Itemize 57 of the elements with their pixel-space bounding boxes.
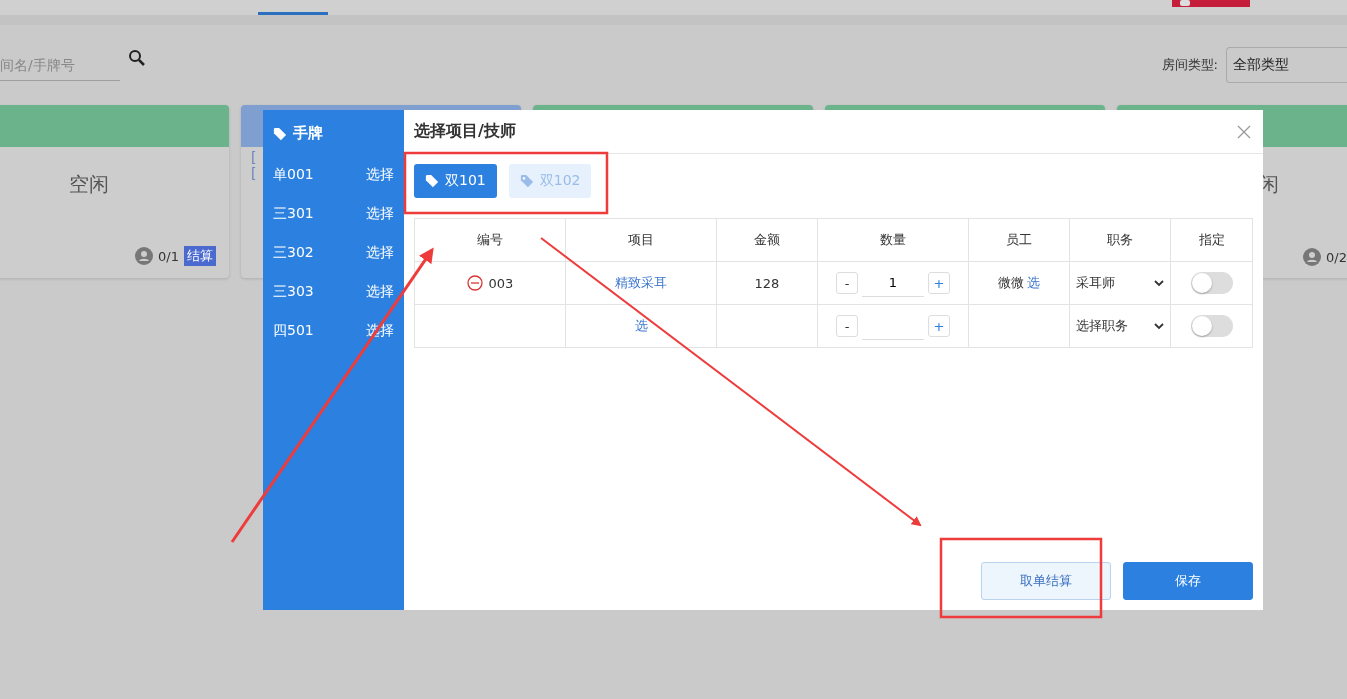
- room-note: [: [251, 165, 257, 181]
- sidebar-title: 手牌: [293, 124, 323, 143]
- room-type-label: 房间类型:: [1161, 56, 1218, 74]
- select-link[interactable]: 选择: [366, 282, 394, 301]
- decrement-button[interactable]: -: [836, 272, 858, 294]
- designated-switch[interactable]: [1190, 272, 1233, 294]
- dialog-title: 选择项目/技师: [414, 121, 516, 142]
- staff-select-link[interactable]: 选: [1027, 274, 1040, 292]
- item-link[interactable]: 选: [634, 317, 648, 335]
- search-icon[interactable]: [128, 49, 146, 67]
- tag-icon: [425, 174, 439, 188]
- role-select[interactable]: 选择职务: [1076, 317, 1164, 335]
- increment-button[interactable]: +: [928, 315, 950, 337]
- search-field[interactable]: 间名/手牌号: [0, 49, 120, 81]
- wristband-number: 单001: [273, 165, 314, 184]
- wristband-number: 三302: [273, 243, 314, 262]
- select-link[interactable]: 选择: [366, 165, 394, 184]
- wristband-number: 三301: [273, 204, 314, 223]
- checkout-button[interactable]: 取单结算: [981, 562, 1111, 600]
- table-cell: 003: [488, 275, 514, 291]
- column-header: 编号: [415, 219, 566, 262]
- item-link[interactable]: 精致采耳: [615, 274, 667, 292]
- occupancy-count: 0/1: [158, 248, 179, 264]
- chevron-icon: [1154, 279, 1164, 287]
- column-header: 项目: [566, 219, 717, 262]
- room-status: 空闲: [69, 171, 109, 198]
- staff-name: 微微: [998, 274, 1024, 292]
- increment-button[interactable]: +: [928, 272, 950, 294]
- occupancy-count: 0/2: [1326, 249, 1347, 265]
- active-tab-indicator: [258, 12, 328, 15]
- tag-icon: [519, 174, 534, 188]
- logo-icon: [1172, 0, 1250, 7]
- room-card[interactable]: 空闲 0/1 结算: [0, 105, 229, 278]
- room-note: [: [251, 149, 257, 165]
- select-link[interactable]: 选择: [366, 243, 394, 262]
- save-button[interactable]: 保存: [1123, 562, 1253, 600]
- room-type-select[interactable]: 全部类型: [1226, 47, 1347, 83]
- user-icon: [1303, 248, 1321, 266]
- column-header: 金额: [717, 219, 818, 262]
- designated-switch[interactable]: [1190, 315, 1233, 337]
- wristband-tag[interactable]: 双101: [414, 164, 497, 198]
- column-header: 职务: [1070, 219, 1171, 262]
- decrement-button[interactable]: -: [836, 315, 858, 337]
- column-header: 指定: [1171, 219, 1253, 262]
- column-header: 数量: [818, 219, 969, 262]
- wristband-number: 三303: [273, 282, 314, 301]
- checkout-badge[interactable]: 结算: [184, 246, 216, 266]
- tag-icon: [273, 126, 287, 141]
- role-select[interactable]: 采耳师: [1076, 274, 1164, 292]
- remove-icon[interactable]: [466, 275, 483, 291]
- wristband-number: 四501: [273, 321, 314, 340]
- chevron-icon: [1154, 322, 1164, 330]
- column-header: 员工: [969, 219, 1070, 262]
- close-icon[interactable]: [1237, 124, 1251, 139]
- user-icon: [135, 247, 154, 265]
- table-cell: 128: [754, 275, 780, 291]
- select-link[interactable]: 选择: [366, 204, 394, 223]
